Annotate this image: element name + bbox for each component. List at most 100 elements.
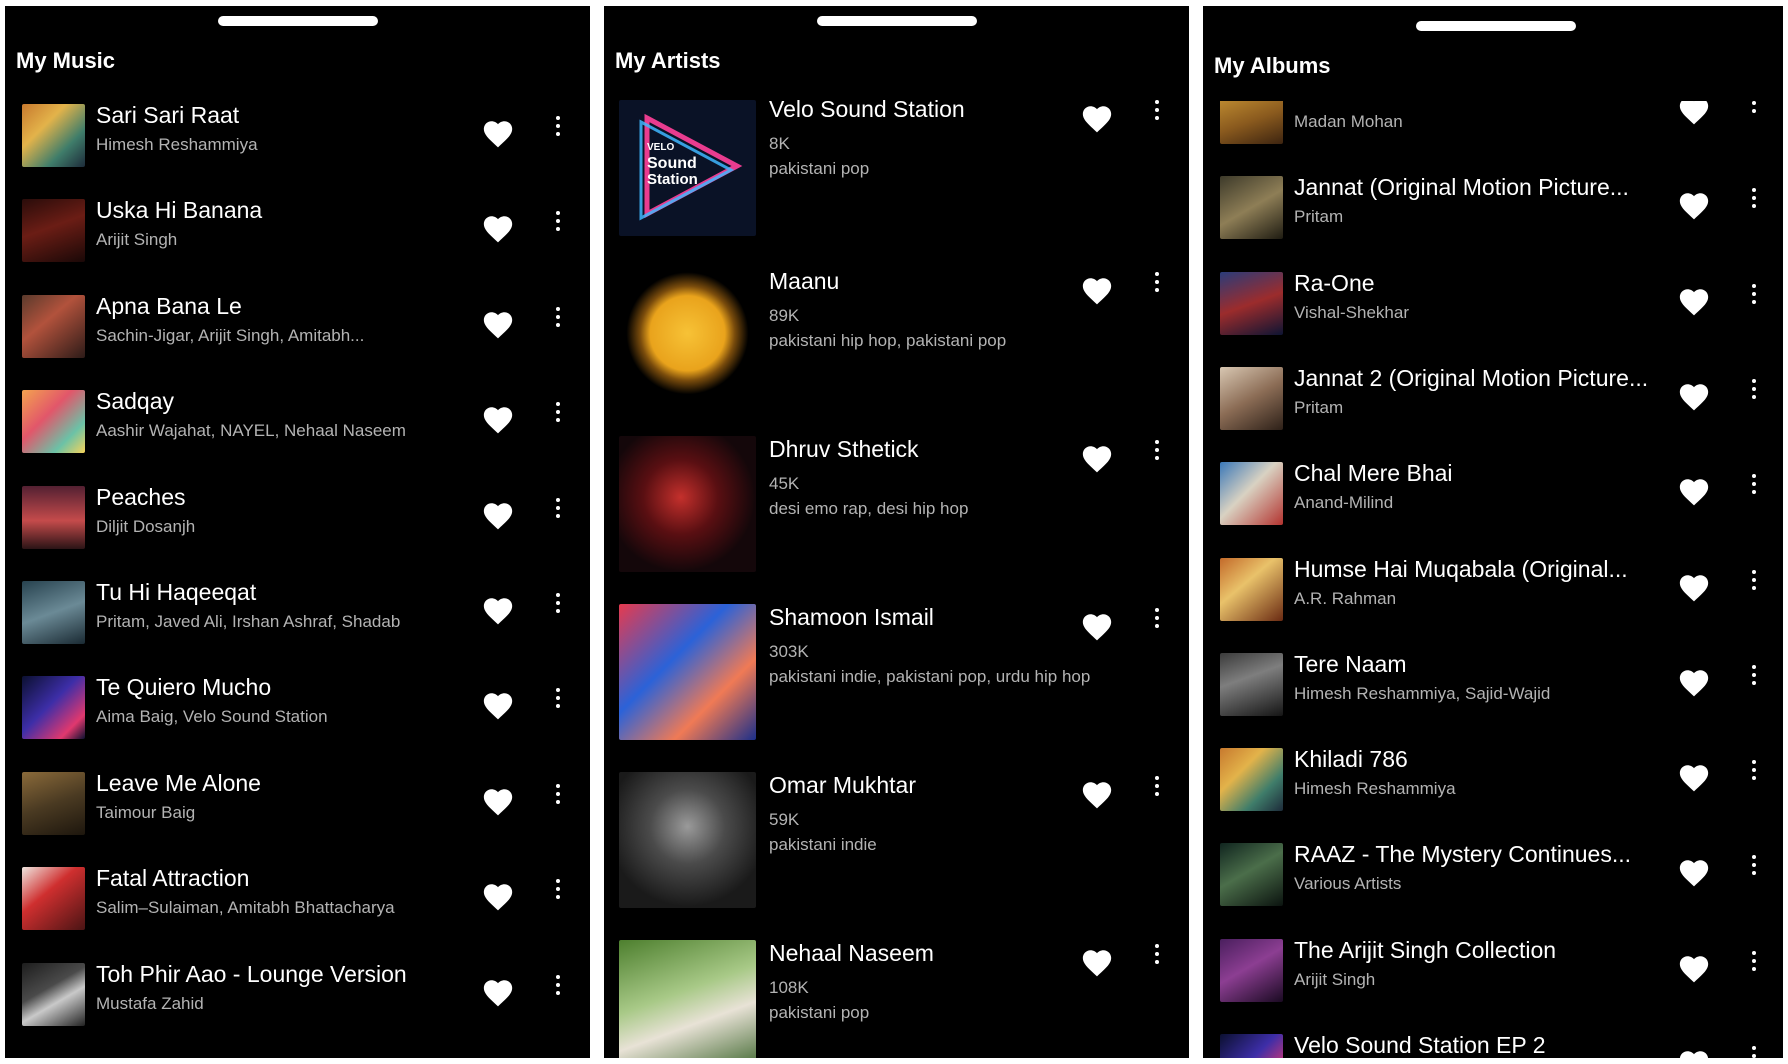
drag-handle[interactable] bbox=[817, 16, 977, 26]
kebab-dot bbox=[556, 132, 560, 136]
heart-icon[interactable] bbox=[481, 499, 515, 538]
kebab-menu-icon[interactable] bbox=[1748, 474, 1760, 498]
song-row[interactable]: Leave Me Alone Taimour Baig bbox=[5, 770, 590, 842]
heart-icon[interactable] bbox=[1080, 274, 1114, 313]
kebab-menu-icon[interactable] bbox=[552, 402, 564, 426]
album-title: The Arijit Singh Collection bbox=[1294, 936, 1557, 963]
kebab-menu-icon[interactable] bbox=[1748, 283, 1760, 308]
heart-icon[interactable] bbox=[481, 403, 515, 442]
drag-handle[interactable] bbox=[218, 16, 378, 26]
album-title: Velo Sound Station EP 2 bbox=[1294, 1032, 1546, 1058]
song-row[interactable]: Uska Hi Banana Arijit Singh bbox=[5, 197, 590, 269]
heart-icon[interactable] bbox=[1677, 952, 1711, 991]
album-art bbox=[22, 485, 85, 549]
album-row[interactable]: Humse Hai Muqabala (Original... A.R. Rahm… bbox=[1203, 556, 1783, 628]
song-row[interactable]: Apna Bana Le Sachin-Jigar, Arijit Singh, … bbox=[5, 293, 590, 365]
album-row[interactable]: Jannat (Original Motion Picture... Pritam bbox=[1203, 174, 1783, 246]
kebab-menu-icon[interactable] bbox=[1151, 944, 1163, 968]
album-row[interactable]: Khiladi 786 Himesh Reshammiya bbox=[1203, 746, 1783, 818]
heart-icon[interactable] bbox=[1677, 571, 1711, 610]
kebab-menu-icon[interactable] bbox=[552, 116, 564, 140]
kebab-dot bbox=[1155, 952, 1159, 956]
kebab-menu-icon[interactable] bbox=[1748, 569, 1760, 594]
kebab-menu-icon[interactable] bbox=[552, 879, 564, 903]
heart-icon[interactable] bbox=[481, 212, 515, 251]
artist-name: Maanu bbox=[769, 268, 840, 294]
kebab-menu-icon[interactable] bbox=[1748, 950, 1760, 975]
kebab-menu-icon[interactable] bbox=[1748, 1046, 1760, 1058]
heart-icon[interactable] bbox=[1080, 102, 1114, 141]
heart-icon[interactable] bbox=[481, 785, 515, 824]
kebab-menu-icon[interactable] bbox=[552, 497, 564, 522]
kebab-menu-icon[interactable] bbox=[552, 688, 564, 712]
album-art bbox=[1220, 938, 1283, 1002]
kebab-menu-icon[interactable] bbox=[552, 974, 564, 999]
kebab-dot bbox=[1752, 101, 1756, 105]
heart-icon[interactable] bbox=[481, 976, 515, 1015]
heart-icon[interactable] bbox=[1677, 761, 1711, 800]
heart-icon[interactable] bbox=[1677, 666, 1711, 705]
artist-row[interactable]: Nehaal Naseem 108K pakistani pop bbox=[604, 940, 1189, 1058]
artist-image bbox=[619, 436, 756, 572]
kebab-menu-icon[interactable] bbox=[1151, 608, 1163, 632]
kebab-menu-icon[interactable] bbox=[1151, 100, 1163, 124]
heart-icon[interactable] bbox=[481, 117, 515, 156]
kebab-menu-icon[interactable] bbox=[552, 593, 564, 617]
artist-genres: desi emo rap, desi hip hop bbox=[769, 499, 969, 518]
kebab-menu-icon[interactable] bbox=[1748, 760, 1760, 784]
song-row[interactable]: Te Quiero Mucho Aima Baig, Velo Sound Sta… bbox=[5, 674, 590, 746]
kebab-menu-icon[interactable] bbox=[1151, 776, 1163, 800]
kebab-menu-icon[interactable] bbox=[552, 306, 564, 331]
kebab-menu-icon[interactable] bbox=[1151, 440, 1163, 464]
heart-icon[interactable] bbox=[1080, 610, 1114, 649]
kebab-dot bbox=[556, 696, 560, 701]
song-row[interactable]: Peaches Diljit Dosanjh bbox=[5, 484, 590, 556]
kebab-dot bbox=[1752, 577, 1756, 582]
kebab-menu-icon[interactable] bbox=[552, 211, 564, 235]
song-row[interactable]: Sadqay Aashir Wajahat, NAYEL, Nehaal Nase… bbox=[5, 388, 590, 460]
song-row[interactable]: Sari Sari Raat Himesh Reshammiya bbox=[5, 102, 590, 174]
artist-row[interactable]: Shamoon Ismail 303K pakistani indie, pakis… bbox=[604, 604, 1189, 744]
song-row[interactable]: Tu Hi Haqeeqat Pritam, Javed Ali, Irshan … bbox=[5, 579, 590, 651]
heart-icon[interactable] bbox=[1080, 946, 1114, 985]
heart-icon[interactable] bbox=[481, 594, 515, 633]
album-row[interactable]: Tere Naam Himesh Reshammiya, Sajid-Wajid bbox=[1203, 651, 1783, 723]
kebab-dot bbox=[1752, 672, 1756, 677]
song-row[interactable]: Toh Phir Aao - Lounge Version Mustafa Zah… bbox=[5, 961, 590, 1033]
kebab-dot bbox=[1155, 288, 1159, 292]
artist-row[interactable]: VELO Sound Station Velo Sound Station 8K paki… bbox=[604, 96, 1189, 236]
heart-icon[interactable] bbox=[1080, 778, 1114, 817]
album-row[interactable]: Ra-One Vishal-Shekhar bbox=[1203, 270, 1783, 342]
title-bar: My Albums bbox=[1203, 6, 1783, 101]
kebab-menu-icon[interactable] bbox=[1748, 188, 1760, 212]
heart-icon[interactable] bbox=[1677, 189, 1711, 228]
artist-followers: 89K bbox=[769, 306, 800, 325]
heart-icon[interactable] bbox=[1080, 442, 1114, 481]
album-row[interactable]: RAAZ - The Mystery Continues... Various A… bbox=[1203, 841, 1783, 913]
artist-row[interactable]: Dhruv Sthetick 45K desi emo rap, desi hip … bbox=[604, 436, 1189, 576]
song-artists: Himesh Reshammiya bbox=[96, 135, 258, 154]
album-row[interactable]: Jannat 2 (Original Motion Picture... Prit… bbox=[1203, 365, 1783, 437]
album-artists: Pritam bbox=[1294, 397, 1344, 417]
heart-icon[interactable] bbox=[481, 308, 515, 347]
heart-icon[interactable] bbox=[1677, 380, 1711, 419]
kebab-menu-icon[interactable] bbox=[1748, 664, 1760, 689]
heart-icon[interactable] bbox=[1677, 1047, 1711, 1058]
heart-icon[interactable] bbox=[1677, 856, 1711, 895]
album-row[interactable]: Chal Mere Bhai Anand-Milind bbox=[1203, 460, 1783, 532]
heart-icon[interactable] bbox=[1677, 285, 1711, 324]
heart-icon[interactable] bbox=[481, 880, 515, 919]
drag-handle[interactable] bbox=[1416, 21, 1576, 31]
artist-row[interactable]: Omar Mukhtar 59K pakistani indie bbox=[604, 772, 1189, 912]
album-row[interactable]: The Arijit Singh Collection Arijit Singh bbox=[1203, 936, 1783, 1009]
kebab-menu-icon[interactable] bbox=[1748, 378, 1760, 403]
song-row[interactable]: Fatal Attraction Salim–Sulaiman, Amitabh … bbox=[5, 865, 590, 937]
heart-icon[interactable] bbox=[481, 689, 515, 728]
kebab-menu-icon[interactable] bbox=[552, 783, 564, 808]
artist-row[interactable]: Maanu 89K pakistani hip hop, pakistani pop bbox=[604, 268, 1189, 408]
album-row[interactable]: Velo Sound Station EP 2 bbox=[1203, 1032, 1783, 1058]
kebab-menu-icon[interactable] bbox=[1748, 855, 1760, 879]
heart-icon[interactable] bbox=[1677, 475, 1711, 514]
kebab-menu-icon[interactable] bbox=[1151, 272, 1163, 296]
artist-followers: 59K bbox=[769, 810, 800, 829]
